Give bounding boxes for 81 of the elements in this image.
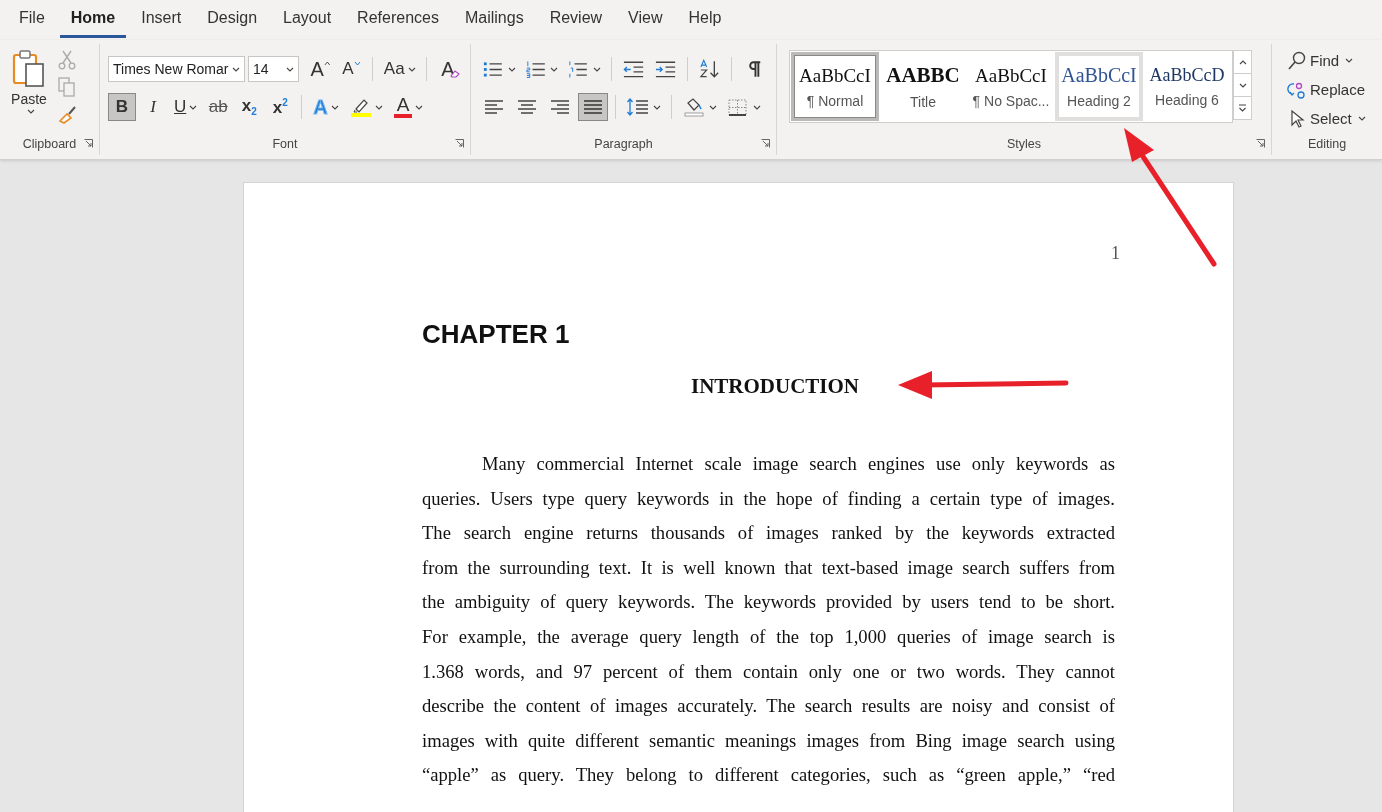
caret-icon <box>753 104 761 110</box>
find-button[interactable]: Find <box>1286 48 1355 73</box>
multilevel-icon <box>567 59 590 79</box>
page-number: 1 <box>1110 243 1120 264</box>
menu-tab[interactable]: References <box>346 2 450 38</box>
indent-icon <box>653 59 677 79</box>
strike-button[interactable]: ab <box>204 93 233 121</box>
caret-icon <box>1345 58 1354 63</box>
numbering-icon <box>524 59 548 79</box>
color-button[interactable]: A <box>389 93 428 121</box>
caret-icon <box>232 66 241 72</box>
caret-up-icon <box>323 61 331 66</box>
clipboard-icon <box>11 49 47 89</box>
caret-icon <box>286 66 295 72</box>
sort-icon <box>697 59 721 79</box>
font-size-field[interactable]: 14 <box>248 56 300 82</box>
section-heading: INTRODUCTION <box>691 374 860 399</box>
menu-tab[interactable]: Mailings <box>453 2 535 38</box>
menu-tab[interactable]: Review <box>538 2 614 38</box>
caret-down-icon <box>1238 82 1247 88</box>
underline-button[interactable]: U <box>170 93 202 121</box>
menu-tab[interactable]: Home <box>59 2 127 38</box>
caret-icon <box>1357 116 1366 121</box>
font-name-field[interactable]: Times New Romar <box>108 56 246 82</box>
outdent-icon <box>621 59 645 79</box>
justify-icon <box>581 97 605 117</box>
menu-tab[interactable]: Design <box>196 2 269 38</box>
caret-icon <box>709 104 717 110</box>
paintbrush-icon[interactable] <box>58 104 78 124</box>
italic-button[interactable]: I <box>139 93 167 121</box>
caret-icon <box>507 66 516 72</box>
select-button[interactable]: Select <box>1286 106 1367 131</box>
caret-icon <box>26 109 35 114</box>
grow-font-button[interactable]: A <box>306 55 335 83</box>
caret-icon <box>653 104 661 110</box>
justify-button[interactable] <box>578 93 608 121</box>
replace-button[interactable]: Replace <box>1286 77 1367 102</box>
search-icon <box>1287 50 1307 71</box>
paste-button[interactable]: Paste <box>6 46 52 133</box>
spacing-icon <box>626 97 650 117</box>
highlighter-icon <box>349 97 372 117</box>
caret-icon <box>550 66 559 72</box>
caret-icon <box>189 104 198 110</box>
bold-button[interactable]: B <box>108 93 136 121</box>
group-label: Styles <box>1006 137 1041 151</box>
caret-up-icon <box>1238 59 1247 65</box>
menu-tab[interactable]: View <box>617 2 674 38</box>
case-font-button[interactable]: Aa <box>380 55 420 83</box>
borders-icon <box>726 97 750 117</box>
group-label: Font <box>272 137 298 151</box>
caret-down-icon <box>353 61 361 66</box>
dialog-launcher-icon[interactable] <box>84 139 93 148</box>
caret-icon <box>407 66 416 72</box>
menu-tab[interactable]: Insert <box>130 2 193 38</box>
more-styles-button[interactable] <box>1233 96 1252 120</box>
caret-icon <box>592 66 601 72</box>
menu-tab[interactable]: File <box>8 2 56 38</box>
group-label: Clipboard <box>22 137 77 151</box>
chapter-heading: CHAPTER 1 <box>422 319 571 350</box>
caret-icon <box>330 104 339 110</box>
group-label: Paragraph <box>594 137 653 151</box>
align-right-icon <box>548 97 572 117</box>
body-paragraph: Many commercial Internet scale image search engines use only keywords as queries. Users type query keywords in the hope of finding a certain type of images. The search engine returns thousands of images ranked by the keywords extracted from the surrounding text. It is well known that text-based image search suffers from the ambiguity of query keywords. The keywords provided by users tend to be short. For example, the average query length of the top 1,000 queries of image search is 1.368 words, and 97 percent of them contain only one or two words. They cannot describe the content of images accurately. The search results are noisy and consist of images with quite different semantic meanings images from Bing image search using “apple” as query. They belong to different categories, such as “green apple,” “red <box>422 452 1115 788</box>
shading-icon <box>682 97 706 117</box>
dialog-launcher-icon[interactable] <box>761 139 770 148</box>
menu-tab[interactable]: Layout <box>272 2 343 38</box>
align-left-icon <box>482 97 506 117</box>
shrink-font-button[interactable]: A <box>337 55 366 83</box>
subscript-button[interactable]: x$_{2}$ <box>235 93 264 121</box>
dialog-launcher-icon[interactable] <box>1256 139 1265 148</box>
expand-icon <box>1238 104 1247 112</box>
dialog-launcher-icon[interactable] <box>455 139 464 148</box>
style-item[interactable]: AaBbCcI ¶ Normal <box>791 52 879 121</box>
group-label: Editing <box>1307 137 1347 151</box>
superscript-button[interactable]: x$^{2}$ <box>266 93 295 121</box>
bullets-icon <box>482 59 505 79</box>
caret-icon <box>415 104 424 110</box>
menu-tab[interactable]: Help <box>677 2 733 38</box>
align-center-icon <box>515 97 539 117</box>
caret-icon <box>374 104 383 110</box>
style-item[interactable]: AaBbCcI Heading 2 <box>1055 52 1143 121</box>
